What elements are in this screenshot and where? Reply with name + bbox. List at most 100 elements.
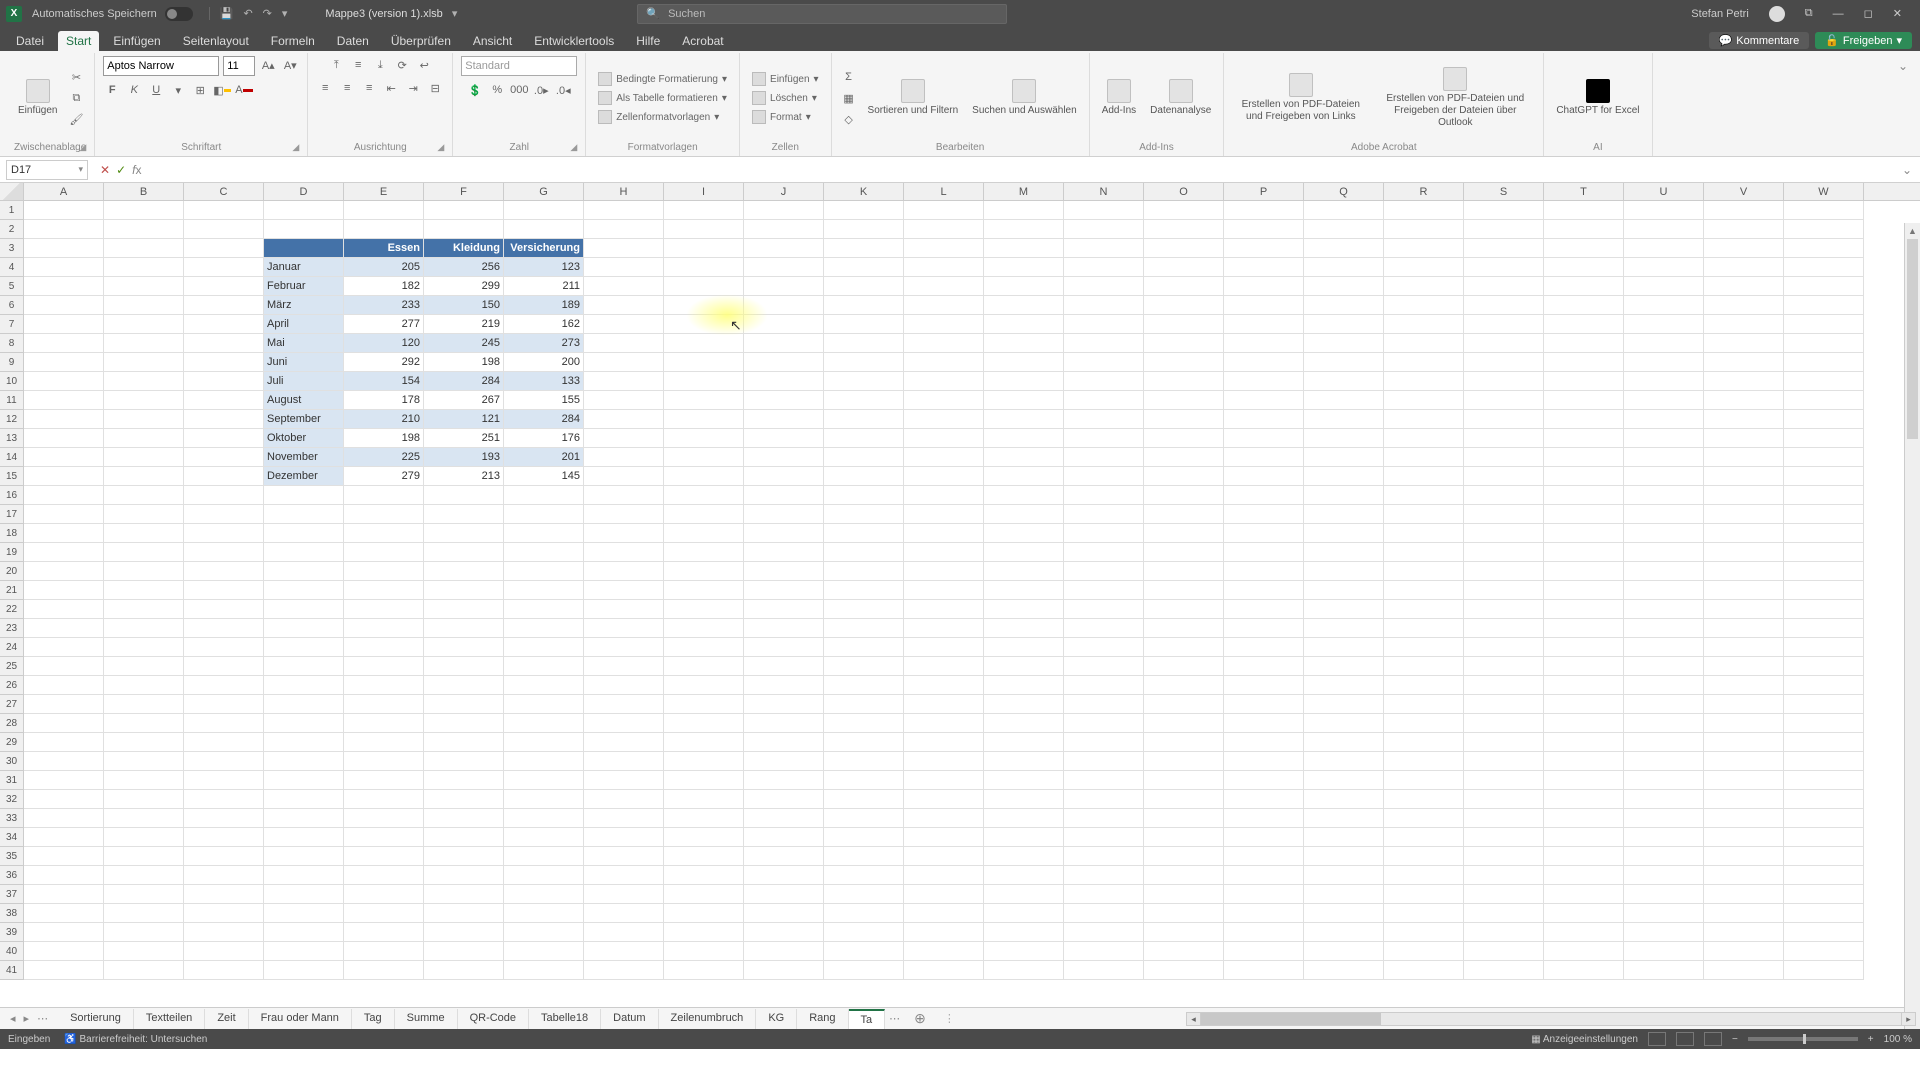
cell[interactable]: [1144, 961, 1224, 980]
cell[interactable]: [904, 676, 984, 695]
cell[interactable]: [1624, 961, 1704, 980]
cell[interactable]: [184, 296, 264, 315]
cell[interactable]: [584, 524, 664, 543]
cell[interactable]: [904, 752, 984, 771]
cell[interactable]: [664, 619, 744, 638]
cell[interactable]: [664, 847, 744, 866]
cell[interactable]: [664, 315, 744, 334]
cell[interactable]: [1144, 923, 1224, 942]
cell[interactable]: [1784, 638, 1864, 657]
cell[interactable]: [1464, 828, 1544, 847]
collapse-ribbon-icon[interactable]: ⌄: [1892, 53, 1914, 79]
row-header[interactable]: 28: [0, 714, 24, 733]
cell[interactable]: [664, 790, 744, 809]
cell[interactable]: [1544, 638, 1624, 657]
cell[interactable]: [1704, 315, 1784, 334]
zoom-level[interactable]: 100 %: [1884, 1034, 1912, 1045]
cell[interactable]: [1624, 315, 1704, 334]
cell[interactable]: [664, 296, 744, 315]
cell[interactable]: [1304, 543, 1384, 562]
row-header[interactable]: 33: [0, 809, 24, 828]
cell[interactable]: [744, 296, 824, 315]
row-header[interactable]: 30: [0, 752, 24, 771]
cell[interactable]: [744, 201, 824, 220]
cell[interactable]: [184, 239, 264, 258]
cell[interactable]: [744, 391, 824, 410]
cell[interactable]: 201: [504, 448, 584, 467]
cell[interactable]: [584, 448, 664, 467]
cell[interactable]: [904, 657, 984, 676]
cell[interactable]: [904, 258, 984, 277]
cell[interactable]: [424, 619, 504, 638]
tab-start[interactable]: Start: [58, 31, 99, 51]
sheet-tab[interactable]: Textteilen: [134, 1009, 205, 1029]
cell[interactable]: [1064, 296, 1144, 315]
cell[interactable]: [1544, 486, 1624, 505]
cell[interactable]: [104, 220, 184, 239]
cell[interactable]: [504, 619, 584, 638]
cell[interactable]: [1064, 258, 1144, 277]
cell[interactable]: [664, 467, 744, 486]
cell[interactable]: [984, 638, 1064, 657]
cell[interactable]: 189: [504, 296, 584, 315]
cell[interactable]: [24, 429, 104, 448]
cell[interactable]: [824, 809, 904, 828]
cell[interactable]: [824, 505, 904, 524]
cell[interactable]: [824, 600, 904, 619]
row-header[interactable]: 41: [0, 961, 24, 980]
cell[interactable]: [1384, 486, 1464, 505]
cell[interactable]: [1464, 391, 1544, 410]
column-header[interactable]: N: [1064, 183, 1144, 200]
cell[interactable]: [904, 410, 984, 429]
cell[interactable]: [824, 790, 904, 809]
cell[interactable]: [504, 486, 584, 505]
cell[interactable]: [184, 923, 264, 942]
toggle-switch-icon[interactable]: [165, 7, 193, 21]
cell[interactable]: [1784, 220, 1864, 239]
spreadsheet-grid[interactable]: 123EssenKleidungVersicherung4Januar20525…: [0, 201, 1920, 1007]
cell[interactable]: [664, 733, 744, 752]
sheet-tab[interactable]: Zeit: [205, 1009, 248, 1029]
cell[interactable]: [104, 410, 184, 429]
cell[interactable]: [1144, 562, 1224, 581]
cell[interactable]: [904, 505, 984, 524]
cell[interactable]: [1224, 885, 1304, 904]
column-header[interactable]: A: [24, 183, 104, 200]
cell[interactable]: [1384, 220, 1464, 239]
cell[interactable]: [1064, 220, 1144, 239]
cell[interactable]: [264, 505, 344, 524]
merge-icon[interactable]: ⊟: [426, 79, 444, 97]
cell[interactable]: Kleidung: [424, 239, 504, 258]
cell[interactable]: [1624, 714, 1704, 733]
cell[interactable]: [184, 809, 264, 828]
cell[interactable]: [664, 828, 744, 847]
column-header[interactable]: W: [1784, 183, 1864, 200]
cell[interactable]: [824, 638, 904, 657]
cell[interactable]: [744, 866, 824, 885]
cell[interactable]: [344, 638, 424, 657]
cell[interactable]: [264, 239, 344, 258]
cell[interactable]: [1784, 391, 1864, 410]
cell[interactable]: [24, 410, 104, 429]
cell[interactable]: 211: [504, 277, 584, 296]
sheet-tab[interactable]: Sortierung: [58, 1009, 134, 1029]
cell[interactable]: [1784, 372, 1864, 391]
cell[interactable]: [1784, 467, 1864, 486]
cell[interactable]: [1384, 809, 1464, 828]
cell[interactable]: [1624, 467, 1704, 486]
cell[interactable]: [344, 885, 424, 904]
cell[interactable]: [104, 524, 184, 543]
cell[interactable]: [1224, 961, 1304, 980]
cell[interactable]: [24, 619, 104, 638]
cell[interactable]: [1064, 714, 1144, 733]
cell[interactable]: [184, 657, 264, 676]
cell[interactable]: [184, 543, 264, 562]
cell[interactable]: [1064, 524, 1144, 543]
cell[interactable]: [904, 486, 984, 505]
cell[interactable]: Juli: [264, 372, 344, 391]
cell[interactable]: [584, 353, 664, 372]
cell[interactable]: [1224, 733, 1304, 752]
cell[interactable]: [1624, 505, 1704, 524]
cell[interactable]: [1784, 923, 1864, 942]
cell[interactable]: [1144, 524, 1224, 543]
